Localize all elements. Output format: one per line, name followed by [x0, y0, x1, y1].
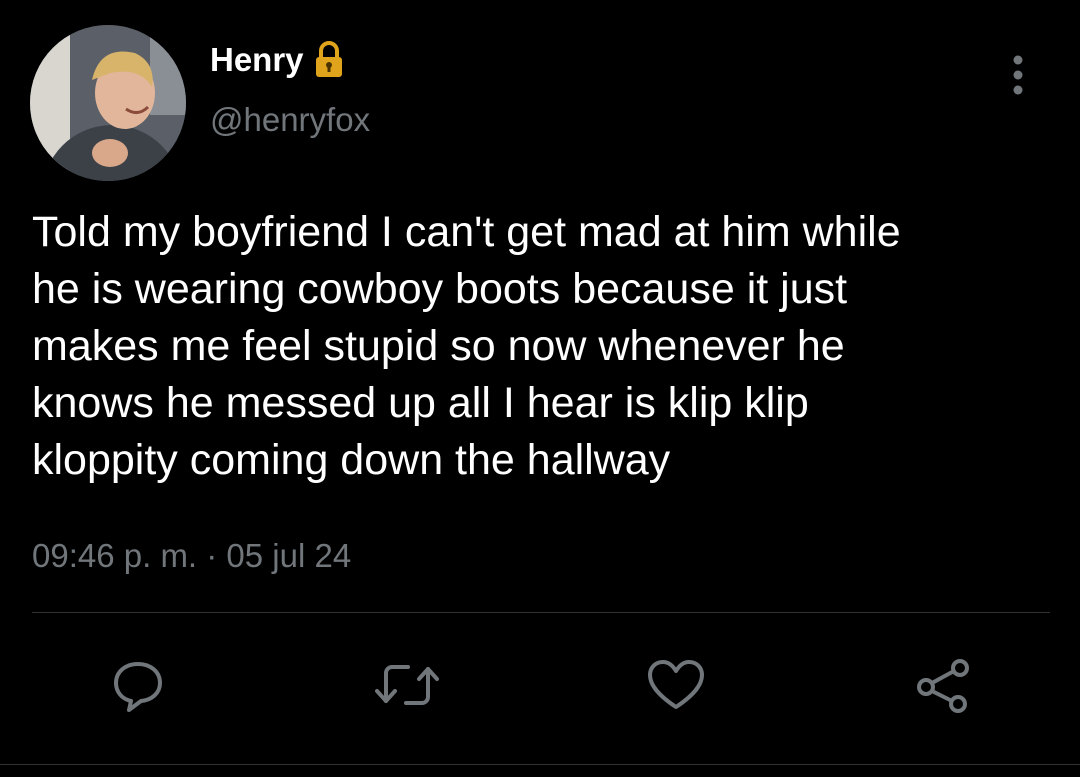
reply-button[interactable]	[108, 655, 168, 715]
like-icon	[648, 660, 704, 709]
bottom-divider	[0, 764, 1080, 765]
more-options-icon[interactable]	[1000, 50, 1036, 100]
retweet-button[interactable]	[372, 655, 439, 715]
avatar[interactable]	[30, 25, 186, 181]
display-name[interactable]: Henry	[210, 38, 304, 82]
tweet-text: Told my boyfriend I can't get mad at him…	[32, 208, 901, 484]
share-button[interactable]	[912, 655, 972, 715]
reply-icon	[114, 662, 162, 712]
user-handle[interactable]: @henryfox	[210, 98, 370, 142]
like-button[interactable]	[645, 655, 705, 715]
share-icon	[917, 659, 969, 713]
display-name-row[interactable]: Henry	[210, 38, 344, 82]
avatar-photo	[30, 25, 186, 181]
lock-icon	[314, 40, 344, 80]
retweet-icon	[375, 665, 439, 705]
divider	[32, 612, 1050, 613]
tweet-timestamp[interactable]: 09:46 p. m. · 05 jul 24	[32, 534, 351, 578]
